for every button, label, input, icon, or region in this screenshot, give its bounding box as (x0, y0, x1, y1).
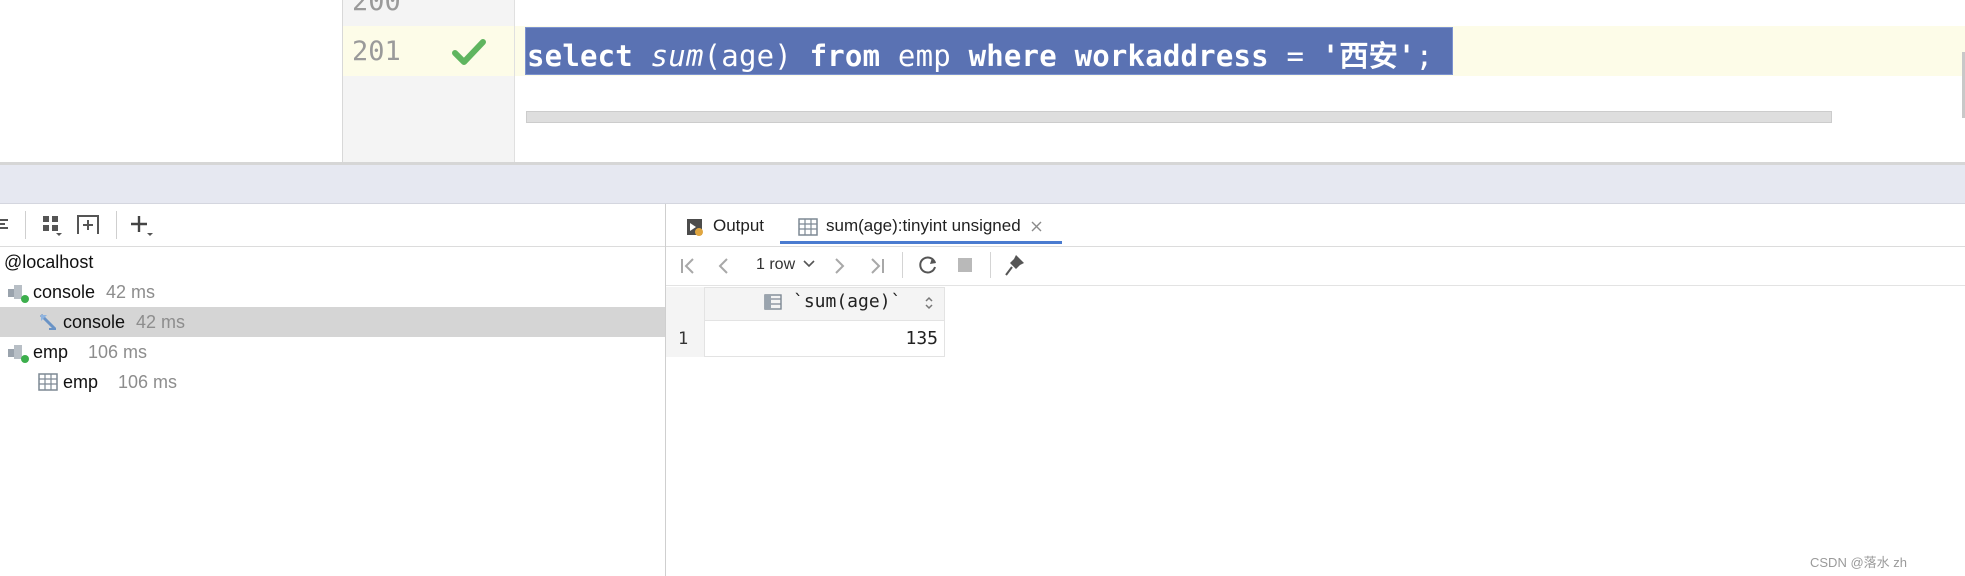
sql-operator: = (1286, 39, 1305, 73)
toolbar-separator (902, 252, 903, 278)
active-tab-indicator (780, 241, 1062, 244)
tab-label: Output (713, 216, 765, 235)
sql-keyword: from (809, 39, 881, 73)
table-icon (38, 373, 58, 391)
cell-value: 135 (905, 328, 938, 349)
tree-root-label: @localhost (4, 252, 94, 272)
tree-item-label: emp (33, 342, 69, 362)
tree-item-time: 42 ms (136, 312, 186, 332)
close-icon[interactable] (1031, 221, 1042, 232)
toolbar-separator (116, 211, 117, 239)
refresh-icon[interactable] (917, 254, 939, 276)
group-by-icon[interactable] (41, 214, 63, 236)
row-count-selector[interactable]: 1 row (756, 256, 815, 274)
next-page-icon[interactable] (833, 256, 847, 276)
tree-item-emp-table[interactable]: emp 106 ms (0, 367, 665, 397)
sql-column: workaddress (1074, 39, 1269, 73)
tree-item-label: emp (63, 372, 99, 392)
last-page-icon[interactable] (868, 256, 886, 276)
sql-table: emp (897, 39, 951, 73)
stop-icon[interactable] (957, 257, 973, 273)
previous-page-icon[interactable] (716, 256, 730, 276)
sql-args: (age) (703, 39, 792, 73)
sql-statement[interactable]: select sum(age) from emp where workaddre… (527, 33, 1433, 75)
sql-function: sum (650, 39, 704, 73)
pin-icon[interactable] (1004, 253, 1026, 277)
row-count-label: 1 row (756, 256, 796, 273)
tab-output[interactable]: Output (686, 204, 776, 244)
tree-root-localhost[interactable]: @localhost (0, 247, 665, 277)
line-number-current: 201 (352, 36, 401, 67)
tree-item-label: console (33, 282, 96, 302)
session-icon (8, 285, 29, 303)
services-tool-window-header (0, 165, 1965, 204)
sql-terminator: ; (1415, 39, 1434, 73)
query-icon (39, 313, 57, 331)
output-icon (687, 219, 703, 236)
column-icon (764, 294, 782, 310)
add-icon[interactable] (129, 213, 155, 239)
collapse-icon[interactable] (0, 214, 12, 234)
line-number: 200 (352, 0, 401, 17)
sort-icon[interactable] (924, 296, 934, 310)
sql-literal: '西安' (1321, 39, 1416, 73)
editor-gutter (343, 0, 515, 162)
watermark: CSDN @落水 zh (1810, 555, 1907, 570)
result-toolbar (666, 247, 1965, 286)
tree-item-time: 106 ms (88, 342, 148, 362)
editor-left-panel (0, 0, 343, 162)
horizontal-scrollbar[interactable] (526, 111, 1832, 123)
column-name: `sum(age)` (793, 291, 902, 312)
toolbar-separator (25, 211, 26, 239)
sql-keyword: select (527, 39, 633, 73)
row-number: 1 (678, 329, 689, 349)
new-tab-icon[interactable] (76, 212, 102, 236)
session-icon (8, 345, 29, 363)
toolbar-separator (990, 252, 991, 278)
sql-keyword: where (968, 39, 1057, 73)
table-icon (798, 218, 818, 236)
first-page-icon[interactable] (679, 256, 697, 276)
tree-item-emp-session[interactable]: emp 106 ms (0, 337, 665, 367)
chevron-down-icon (803, 260, 815, 268)
tab-result-sum-age[interactable]: sum(age):tinyint unsigned (798, 204, 1058, 244)
tree-item-console-query[interactable]: console 42 ms (0, 307, 665, 337)
tree-item-label: console (63, 312, 126, 332)
check-icon[interactable] (452, 38, 486, 66)
tree-item-time: 106 ms (118, 372, 178, 392)
tree-item-console-session[interactable]: console 42 ms (0, 277, 665, 307)
tree-item-time: 42 ms (106, 282, 156, 302)
